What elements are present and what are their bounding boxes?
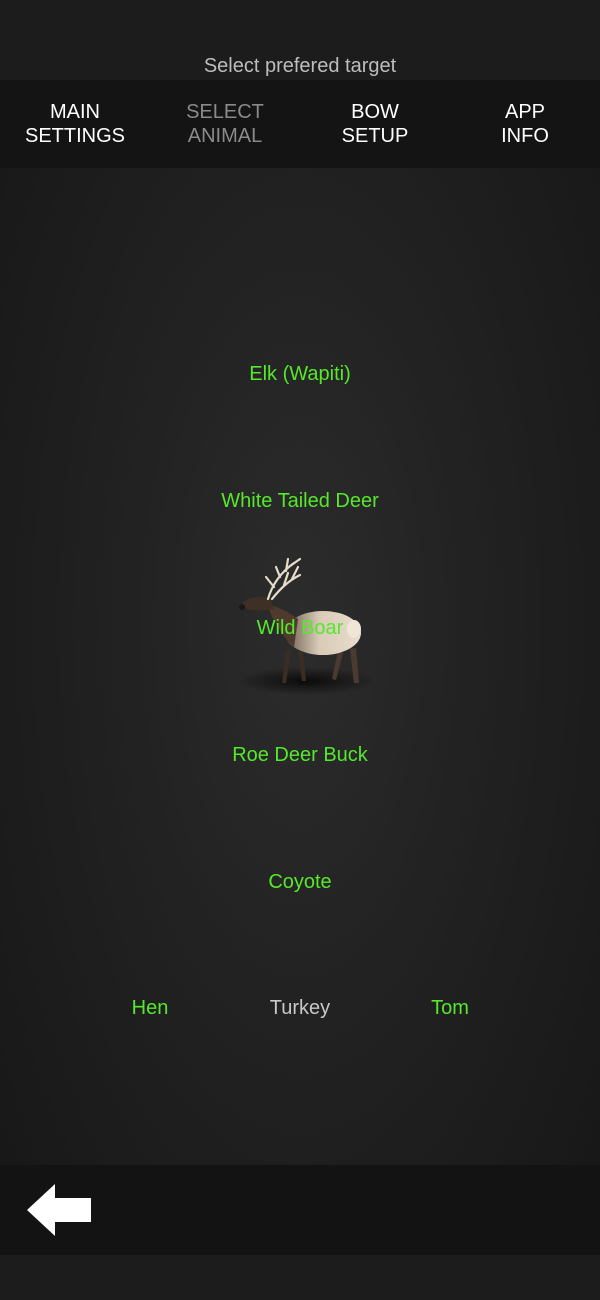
- select-animal-screen: Select prefered target MAIN SETTINGS SEL…: [0, 0, 600, 1300]
- turkey-option-hen[interactable]: Hen: [75, 997, 225, 1020]
- tab-app-info[interactable]: APP INFO: [450, 80, 600, 168]
- tab-select-animal[interactable]: SELECT ANIMAL: [150, 80, 300, 168]
- navigation-strip: [0, 1255, 600, 1300]
- animal-option-wild-boar[interactable]: Wild Boar: [0, 617, 600, 640]
- animal-option-elk[interactable]: Elk (Wapiti): [0, 363, 600, 386]
- tab-bar: MAIN SETTINGS SELECT ANIMAL BOW SETUP AP…: [0, 80, 600, 168]
- bottom-bar: [0, 1165, 600, 1255]
- animal-option-white-tailed-deer[interactable]: White Tailed Deer: [0, 490, 600, 513]
- back-arrow-icon[interactable]: [25, 1182, 95, 1238]
- animal-option-roe-deer-buck[interactable]: Roe Deer Buck: [0, 744, 600, 767]
- tab-main-settings[interactable]: MAIN SETTINGS: [0, 80, 150, 168]
- page-subtitle: Select prefered target: [203, 55, 397, 77]
- tab-bow-setup[interactable]: BOW SETUP: [300, 80, 450, 168]
- turkey-row: Hen Turkey Tom: [0, 997, 600, 1025]
- turkey-option-tom[interactable]: Tom: [375, 997, 525, 1020]
- animal-option-coyote[interactable]: Coyote: [0, 871, 600, 894]
- turkey-label: Turkey: [269, 997, 331, 1019]
